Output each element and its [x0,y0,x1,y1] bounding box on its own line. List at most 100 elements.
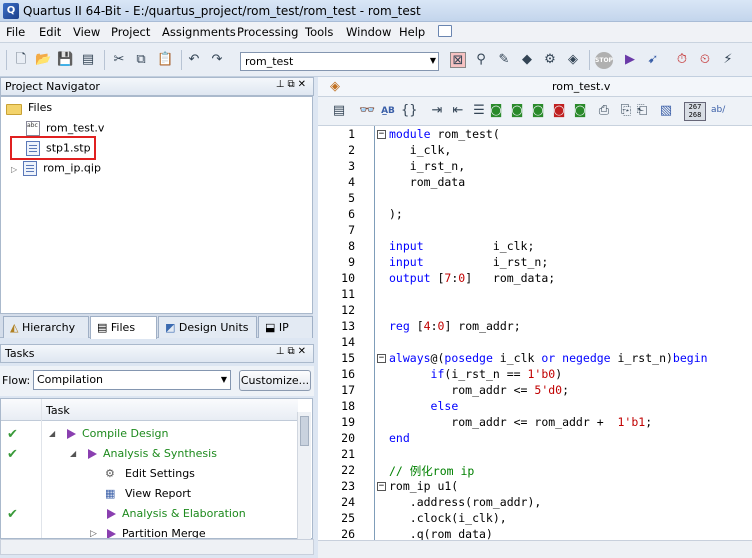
task-row[interactable]: ✔ ◢ Compile Design [1,424,298,444]
cut-icon[interactable]: ✂ [111,52,127,68]
assignment-editor-icon[interactable]: ◆ [519,52,535,68]
tab-files[interactable]: ▤ Files [90,316,157,339]
code-line[interactable]: rom_addr <= rom_addr + 1'b1; [389,415,652,429]
pin-planner-icon[interactable]: ⚲ [473,52,489,68]
code-line[interactable]: .clock(i_clk), [389,511,507,525]
code-line[interactable]: output [7:0] rom_data; [389,271,555,285]
bookmark-list-icon[interactable]: ◙ [572,103,588,119]
code-line[interactable]: .address(rom_addr), [389,495,542,509]
redo-icon[interactable]: ↷ [209,52,225,68]
indent-icon[interactable]: ⇥ [429,103,445,119]
edit-settings-icon[interactable]: ✎ [496,52,512,68]
code-line[interactable]: i_clk, [389,143,452,157]
attach-icon[interactable]: ⎙ [596,103,612,119]
analysis-synthesis-icon[interactable]: ➹ [645,52,661,68]
tree-item-files[interactable]: Files [6,101,52,118]
menu-processing[interactable]: Processing [237,25,298,39]
code-line[interactable]: rom_data [389,175,465,189]
tab-design-units[interactable]: ◩ Design Units [158,316,257,338]
bookmark-toggle-icon[interactable]: ◙ [488,103,504,119]
menu-tools[interactable]: Tools [305,25,333,39]
previous-bookmark-icon[interactable]: ◙ [530,103,546,119]
programmer-icon[interactable]: ⚡ [720,52,736,68]
find-replace-icon[interactable]: A̲B [380,103,396,119]
tasks-horizontal-scrollbar[interactable] [0,539,314,555]
menu-help[interactable]: Help [399,25,425,39]
menu-assignments[interactable]: Assignments [162,25,236,39]
code-line[interactable]: rom_ip u1( [389,479,458,493]
code-line[interactable]: else [389,399,459,413]
fold-toggle-icon[interactable]: − [377,130,386,139]
code-line[interactable]: always@(posedge i_clk or negedge i_rst_n… [389,351,708,365]
collapse-arrow-icon[interactable]: ◢ [49,429,55,438]
code-line[interactable]: ); [389,207,403,221]
timequest-icon[interactable]: ⏱ [674,52,690,68]
panel-controls[interactable]: ⊥⧉✕ [276,346,309,357]
fold-toggle-icon[interactable]: − [377,354,386,363]
files-tab-icon: ▤ [97,321,108,334]
code-line[interactable]: input i_clk; [389,239,534,253]
flow-select[interactable]: Compilation ▼ [33,370,231,390]
clear-bookmarks-icon[interactable]: ◙ [551,103,567,119]
paste-icon[interactable]: 📋 [157,52,173,68]
insert-template-icon[interactable]: ☰ [471,103,487,119]
uncomment-icon[interactable]: ⎗ [634,103,650,119]
tree-item-rom-ip-qip[interactable]: ▷ rom_ip.qip [11,161,101,178]
stop-button[interactable]: STOP [595,52,613,69]
new-file-icon[interactable]: 🗋 [13,52,29,68]
timing-analyzer-icon[interactable]: ⏲ [697,52,713,68]
comment-icon[interactable]: ⎘ [618,103,634,119]
tasks-vertical-scrollbar[interactable] [297,412,311,540]
chip-planner-icon[interactable]: ⊠ [450,52,466,68]
open-folder-icon[interactable]: 📂 [35,52,51,68]
code-line[interactable]: .q(rom_data) [389,527,493,541]
code-line[interactable]: end [389,431,410,445]
panel-controls[interactable]: ⊥⧉✕ [276,79,309,90]
next-bookmark-icon[interactable]: ◙ [509,103,525,119]
task-row[interactable]: ✔ Analysis & Elaboration [1,504,298,524]
menu-file[interactable]: File [6,25,25,39]
code-line[interactable]: reg [4:0] rom_addr; [389,319,521,333]
fold-toggle-icon[interactable]: − [377,482,386,491]
editor-file-tab[interactable]: rom_test.v [552,80,610,93]
code-line[interactable]: rom_addr <= 5'd0; [389,383,569,397]
document-icon[interactable]: ▤ [331,103,347,119]
task-row[interactable]: ▷ Partition Merge [1,524,298,538]
task-row[interactable]: ⚙ Edit Settings [1,464,298,484]
task-row[interactable]: ▦ View Report [1,484,298,504]
editor-horizontal-scrollbar[interactable] [318,540,752,558]
project-select[interactable]: rom_test ▼ [240,52,439,71]
find-icon[interactable]: 👓 [359,103,375,119]
line-number-toggle-button[interactable]: 267 268 [684,102,706,121]
unindent-icon[interactable]: ⇤ [450,103,466,119]
go-to-line-icon[interactable]: {} [401,103,418,119]
tab-hierarchy[interactable]: ◭ Hierarchy [3,316,89,338]
code-line[interactable]: if(i_rst_n == 1'b0) [389,367,563,381]
menu-window[interactable]: Window [346,25,391,39]
code-line[interactable]: // 例化rom ip [389,463,474,479]
menu-view[interactable]: View [73,25,100,39]
whats-this-help-icon[interactable] [438,25,452,37]
word-wrap-button[interactable]: ab/ [711,105,725,115]
save-all-icon[interactable]: ▤ [80,52,96,68]
code-line[interactable]: input i_rst_n; [389,255,548,269]
collapse-arrow-icon[interactable]: ◢ [70,449,76,458]
code-line[interactable]: i_rst_n, [389,159,465,173]
expand-arrow-icon[interactable]: ▷ [90,529,97,538]
task-row[interactable]: ✔ ◢ Analysis & Synthesis [1,444,298,464]
copy-icon[interactable]: ⧉ [133,52,149,68]
undo-icon[interactable]: ↶ [186,52,202,68]
rtl-viewer-icon[interactable]: ◈ [565,52,581,68]
settings-icon[interactable]: ⚙ [542,52,558,68]
menu-project[interactable]: Project [111,25,150,39]
menu-edit[interactable]: Edit [39,25,61,39]
check-syntax-icon[interactable]: ▧ [658,103,674,119]
task-column-header[interactable]: Task [46,404,70,417]
start-compilation-icon[interactable]: ▶ [622,52,638,68]
save-icon[interactable]: 💾 [57,52,73,68]
code-line[interactable]: module rom_test( [389,127,500,141]
customize-button[interactable]: Customize... [239,370,311,391]
tab-ip[interactable]: ⬓ IP [258,316,313,338]
expand-arrow-icon[interactable]: ▷ [11,165,17,174]
scrollbar-thumb[interactable] [300,416,309,446]
